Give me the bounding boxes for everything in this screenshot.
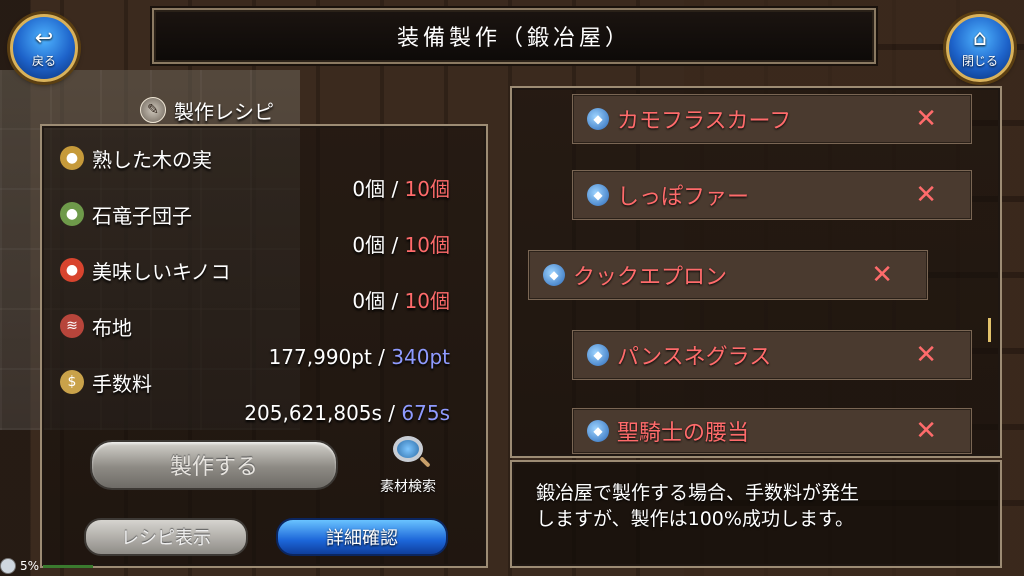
material-row: ≋ 布地 177,990pt / 340pt	[60, 310, 460, 372]
material-name: 美味しいキノコ	[92, 259, 231, 284]
info-line: しますが、製作は100%成功します。	[536, 508, 855, 530]
mushroom-icon: ●	[60, 258, 84, 282]
recipe-header: ✎ 製作レシピ	[140, 92, 340, 128]
equipment-icon: ◆	[587, 108, 609, 130]
material-have: 205,621,805s	[244, 401, 382, 425]
close-button[interactable]: ⌂ 閉じる	[946, 14, 1014, 82]
tab-recipe-view[interactable]: レシピ表示	[84, 518, 248, 556]
list-item[interactable]: ◆ カモフラスカーフ ✕	[572, 94, 972, 144]
material-name: 熟した木の実	[92, 147, 212, 172]
material-row: ● 熟した木の実 0個 / 10個	[60, 142, 460, 204]
info-line: 鍛冶屋で製作する場合、手数料が発生	[536, 482, 860, 504]
unavailable-mark-icon: ✕	[915, 340, 937, 370]
status-bar	[43, 564, 94, 568]
return-arrow-icon: ↩	[34, 25, 54, 51]
equipment-name: しっぽファー	[617, 185, 750, 210]
recipe-scroll-icon: ✎	[140, 97, 166, 123]
material-need: 675s	[401, 401, 450, 425]
back-button[interactable]: ↩ 戻る	[10, 14, 78, 82]
list-item[interactable]: ◆ パンスネグラス ✕	[572, 330, 972, 380]
coin-icon: $	[60, 370, 84, 394]
magnifier-icon	[393, 436, 423, 462]
separator: /	[388, 401, 396, 425]
equipment-name: パンスネグラス	[617, 345, 772, 370]
equipment-icon: ◆	[587, 184, 609, 206]
material-row: $ 手数料 205,621,805s / 675s	[60, 366, 460, 428]
material-search-button[interactable]: 素材検索	[368, 436, 448, 496]
equipment-icon: ◆	[587, 420, 609, 442]
material-name: 手数料	[92, 371, 152, 396]
unavailable-mark-icon: ✕	[915, 180, 937, 210]
craft-button[interactable]: 製作する	[90, 440, 338, 490]
list-item[interactable]: ◆ しっぽファー ✕	[572, 170, 972, 220]
info-message-box: 鍛冶屋で製作する場合、手数料が発生 しますが、製作は100%成功します。	[510, 460, 1002, 568]
equipment-icon: ◆	[587, 344, 609, 366]
close-label: 閉じる	[961, 53, 998, 68]
status-indicator: 5%	[0, 556, 94, 576]
material-name: 布地	[92, 315, 132, 340]
title-bar: 装備製作（鍛冶屋）	[152, 8, 876, 64]
nut-icon: ●	[60, 146, 84, 170]
info-message: 鍛冶屋で製作する場合、手数料が発生 しますが、製作は100%成功します。	[536, 480, 986, 532]
unavailable-mark-icon: ✕	[871, 260, 893, 290]
material-search-label: 素材検索	[380, 479, 436, 495]
unavailable-mark-icon: ✕	[915, 416, 937, 446]
material-row: ● 石竜子団子 0個 / 10個	[60, 198, 460, 260]
list-item[interactable]: ◆ 聖騎士の腰当 ✕	[572, 408, 972, 454]
page-title: 装備製作（鍛冶屋）	[396, 26, 631, 51]
list-item-selected[interactable]: ◆ クックエプロン ✕	[528, 250, 928, 300]
material-name: 石竜子団子	[92, 203, 192, 228]
list-scrollbar[interactable]	[988, 318, 991, 342]
equipment-name: 聖騎士の腰当	[617, 421, 750, 446]
equipment-name: クックエプロン	[573, 265, 728, 290]
recipe-heading: 製作レシピ	[174, 99, 274, 124]
status-percent: 5%	[20, 559, 40, 573]
unavailable-mark-icon: ✕	[915, 104, 937, 134]
cloth-icon: ≋	[60, 314, 84, 338]
dumpling-icon: ●	[60, 202, 84, 226]
status-icon	[0, 558, 16, 574]
home-icon: ⌂	[973, 25, 987, 51]
material-row: ● 美味しいキノコ 0個 / 10個	[60, 254, 460, 316]
back-label: 戻る	[31, 53, 56, 68]
equipment-icon: ◆	[543, 264, 565, 286]
equipment-name: カモフラスカーフ	[617, 109, 792, 134]
tab-detail-check[interactable]: 詳細確認	[276, 518, 448, 556]
